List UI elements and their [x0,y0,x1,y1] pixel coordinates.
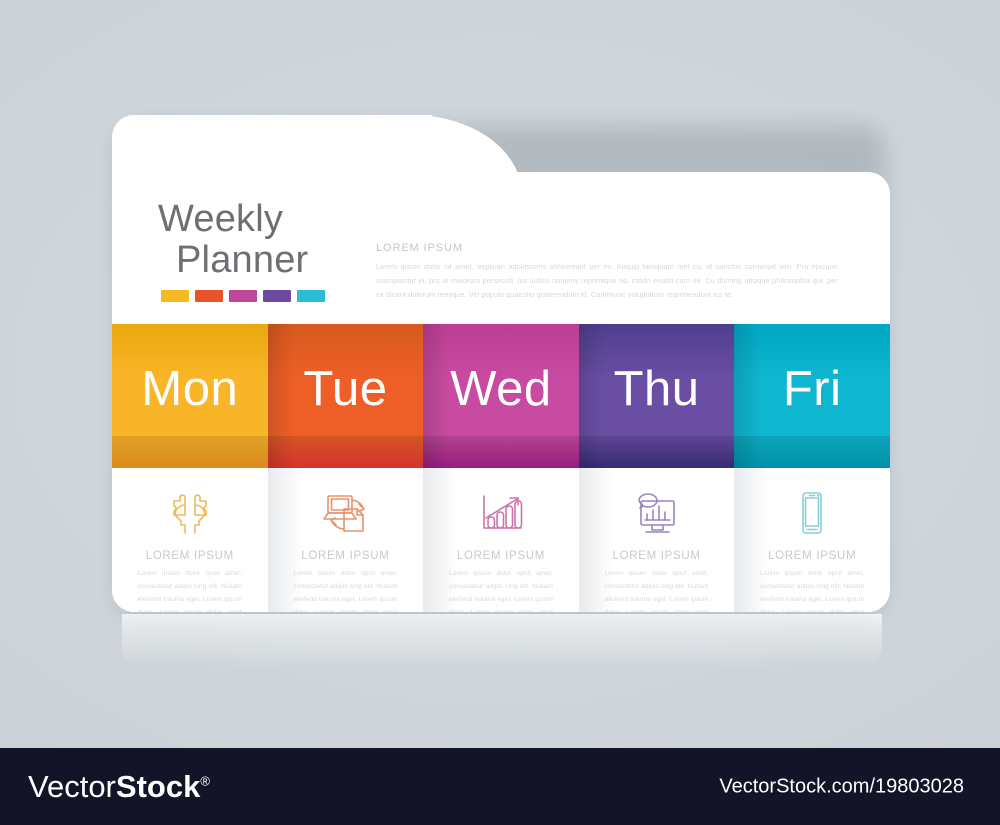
day-band: Mon Tue Wed Thu Fri [112,324,890,468]
day-label-thu: Thu [613,362,700,416]
panel-body-text: Lorem ipsum dolor opsit amet, consectetu… [293,570,398,612]
day-panel-thu[interactable]: LOREM IPSUM Lorem ipsum dolor opsit amet,… [578,468,735,612]
panel-body-text: Lorem ipsum dolor opsit amet, consectetu… [137,570,242,612]
header-body-text: Lorem ipsum dolor sit amet, explicari ad… [376,262,838,300]
card-reflection [122,614,882,668]
page-title-line2: Planner [176,239,309,282]
panel-title: LOREM IPSUM [456,550,546,562]
vectorstock-logo: VectorStock® [28,769,210,805]
color-swatch-2 [195,290,223,303]
card-header: Weekly Planner LOREM IPSUM Lorem ipsum d… [112,172,890,324]
panel-title: LOREM IPSUM [612,550,701,562]
panel-body-text: Lorem ipsum dolor opsit amet, consectetu… [604,570,709,612]
computer-document-exchange-icon [268,490,424,536]
smartphone-icon [734,490,890,536]
day-band-tue[interactable]: Tue [267,324,424,468]
panel-title: LOREM IPSUM [301,550,390,562]
panel-body-text: Lorem ipsum dolor opsit amet, consectetu… [760,570,865,612]
planner-card: Weekly Planner LOREM IPSUM Lorem ipsum d… [112,115,890,617]
panel-title: LOREM IPSUM [768,550,857,562]
day-panel-mon[interactable]: LOREM IPSUM Lorem ipsum dolor opsit amet,… [112,468,268,612]
day-band-thu[interactable]: Thu [578,324,735,468]
bar-chart-growth-icon [423,490,579,536]
color-swatch-5 [297,290,325,303]
color-swatch-3 [229,290,257,303]
day-band-wed[interactable]: Wed [423,324,579,468]
two-heads-puzzle-icon [112,490,268,536]
day-band-mon[interactable]: Mon [112,324,268,468]
logo-thin-part: Vector [28,768,116,804]
day-label-fri: Fri [782,362,842,416]
color-swatch-4 [263,290,291,303]
logo-bold-part: Stock [115,768,201,804]
watermark-url: VectorStock.com/19803028 [719,775,964,797]
header-kicker: LOREM IPSUM [376,242,463,254]
day-panels: LOREM IPSUM Lorem ipsum dolor opsit amet,… [112,468,890,612]
day-label-tue: Tue [303,362,388,416]
card-body: Weekly Planner LOREM IPSUM Lorem ipsum d… [112,172,890,612]
color-swatch-row [161,290,408,303]
day-panel-fri[interactable]: LOREM IPSUM Lorem ipsum dolor opsit amet,… [734,468,890,612]
monitor-chart-speech-icon [579,490,735,536]
watermark-bar: VectorStock® VectorStock.com/19803028 [0,748,1000,825]
day-panel-wed[interactable]: LOREM IPSUM Lorem ipsum dolor opsit amet,… [423,468,579,612]
day-label-mon: Mon [141,362,239,416]
day-band-fri[interactable]: Fri [734,324,890,468]
color-swatch-1 [161,290,189,303]
day-label-wed: Wed [450,362,552,416]
title-block: Weekly Planner [158,198,408,303]
page-title-line1: Weekly [158,198,284,240]
day-panel-tue[interactable]: LOREM IPSUM Lorem ipsum dolor opsit amet,… [267,468,424,612]
header-text-block: LOREM IPSUM Lorem ipsum dolor sit amet, … [376,242,838,303]
infographic-canvas: Weekly Planner LOREM IPSUM Lorem ipsum d… [0,0,1000,825]
registered-mark: ® [200,773,210,789]
panel-body-text: Lorem ipsum dolor opsit amet, consectetu… [448,570,553,612]
panel-title: LOREM IPSUM [145,550,234,562]
